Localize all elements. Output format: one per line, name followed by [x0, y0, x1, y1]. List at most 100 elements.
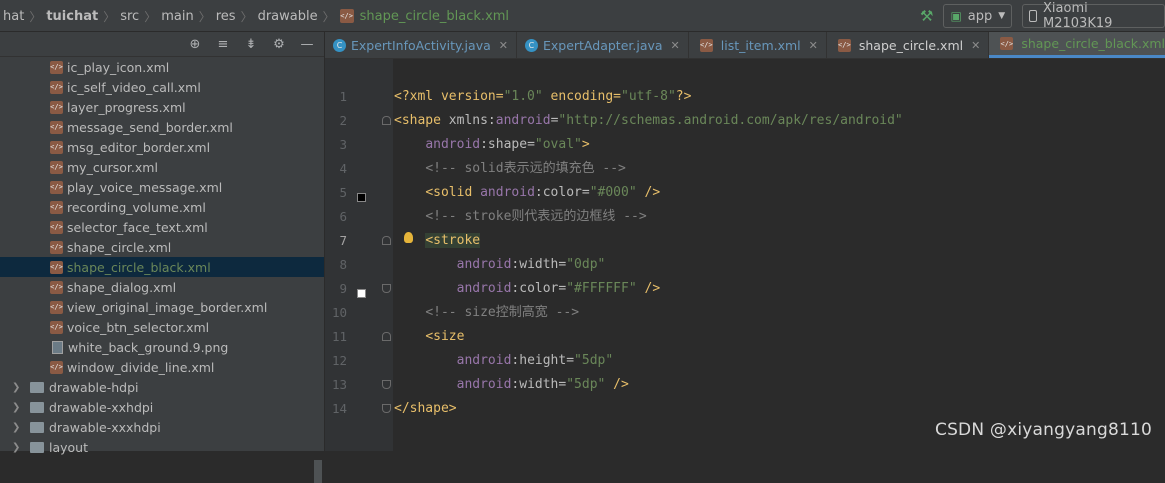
xml-file-icon: </> — [50, 160, 63, 174]
line-number: 11 — [331, 329, 347, 344]
tree-folder[interactable]: ❯ layout — [0, 437, 324, 457]
close-icon[interactable]: ✕ — [671, 39, 680, 52]
tree-file[interactable]: </> voice_btn_selector.xml — [0, 317, 324, 337]
breadcrumb-item[interactable]: main — [158, 9, 196, 24]
chevron-right-icon[interactable]: ❯ — [12, 402, 22, 413]
chevron-right-icon[interactable]: ❯ — [12, 422, 22, 433]
breadcrumb-item[interactable]: res — [213, 9, 239, 24]
line-number: 3 — [339, 137, 347, 152]
android-icon: ▣ — [950, 9, 962, 23]
tree-file[interactable]: </> view_original_image_border.xml — [0, 297, 324, 317]
fold-marker-icon[interactable] — [382, 284, 391, 293]
line-number: 5 — [339, 185, 347, 200]
tab-shape-circle[interactable]: </> shape_circle.xml ✕ — [827, 32, 990, 58]
code-editor[interactable]: 1 2 3 4 5 6 7 8 9 10 11 12 13 14 <?xml v… — [325, 59, 1165, 451]
xml-file-icon: </> — [50, 180, 63, 194]
fold-marker-icon[interactable] — [382, 236, 391, 245]
tab-expert-adapter[interactable]: C ExpertAdapter.java ✕ — [517, 32, 689, 58]
xml-file-icon: </> — [50, 100, 63, 114]
tree-scrollbar[interactable] — [314, 460, 322, 483]
tree-file-label: window_divide_line.xml — [67, 359, 215, 375]
tree-file-label: ic_self_video_call.xml — [67, 79, 201, 95]
tree-file[interactable]: </> window_divide_line.xml — [0, 357, 324, 377]
tree-file-selected[interactable]: </> shape_circle_black.xml — [0, 257, 324, 277]
tree-file-label: shape_dialog.xml — [67, 279, 177, 295]
tree-file[interactable]: </> play_voice_message.xml — [0, 177, 324, 197]
gear-icon[interactable]: ⚙ — [272, 37, 286, 52]
tree-file[interactable]: </> my_cursor.xml — [0, 157, 324, 177]
locate-icon[interactable]: ⊕ — [188, 37, 202, 52]
tree-file-label: shape_circle_black.xml — [67, 259, 211, 275]
tab-shape-circle-black[interactable]: </> shape_circle_black.xml ✕ — [989, 32, 1165, 58]
breadcrumb-item[interactable]: src — [117, 9, 142, 24]
breadcrumb-item[interactable]: tuichat — [43, 9, 101, 24]
xml-file-icon: </> — [50, 360, 63, 374]
tree-folder-label: drawable-xxhdpi — [49, 399, 154, 415]
fold-marker-icon[interactable] — [382, 116, 391, 125]
tree-folder[interactable]: ❯ drawable-xxxhdpi — [0, 417, 324, 437]
color-swatch-black[interactable] — [357, 193, 366, 202]
java-class-icon: C — [524, 38, 538, 52]
tree-file-label: msg_editor_border.xml — [67, 139, 211, 155]
tree-file[interactable]: </> selector_face_text.xml — [0, 217, 324, 237]
run-config-label: app — [967, 8, 993, 24]
breadcrumb-active-file[interactable]: shape_circle_black.xml — [357, 9, 512, 24]
tree-file[interactable]: </> layer_progress.xml — [0, 97, 324, 117]
xml-file-icon: </> — [699, 38, 713, 52]
fold-marker-icon[interactable] — [382, 332, 391, 341]
tab-expert-info-activity[interactable]: C ExpertInfoActivity.java ✕ — [325, 32, 517, 58]
close-icon[interactable]: ✕ — [809, 39, 818, 52]
tree-file-label: my_cursor.xml — [67, 159, 158, 175]
tree-file[interactable]: </> msg_editor_border.xml — [0, 137, 324, 157]
collapse-all-icon[interactable]: ⇟ — [244, 37, 258, 52]
tree-file[interactable]: </> message_send_border.xml — [0, 117, 324, 137]
close-icon[interactable]: ✕ — [971, 39, 980, 52]
xml-file-icon: </> — [50, 80, 63, 94]
tree-folder[interactable]: ❯ drawable-xxhdpi — [0, 397, 324, 417]
tree-folder-label: layout — [49, 439, 89, 455]
editor-tabs: C ExpertInfoActivity.java ✕ C ExpertAdap… — [325, 32, 1165, 59]
code-line: <?xml version="1.0" encoding="utf-8"?> — [394, 89, 692, 104]
code-line: </shape> — [394, 401, 457, 416]
chevron-right-icon: 〉 — [198, 9, 211, 24]
breadcrumb-item[interactable]: drawable — [255, 9, 321, 24]
fold-marker-icon[interactable] — [382, 380, 391, 389]
color-swatch-white[interactable] — [357, 289, 366, 298]
code-lines: <?xml version="1.0" encoding="utf-8"?> <… — [394, 85, 903, 421]
tree-file[interactable]: </> ic_self_video_call.xml — [0, 77, 324, 97]
code-line: android:width="5dp" /> — [456, 377, 629, 392]
fold-marker-icon[interactable] — [382, 404, 391, 413]
xml-file-icon: </> — [1000, 37, 1014, 50]
xml-file-icon: </> — [50, 220, 63, 234]
breadcrumb-item[interactable]: hat — [0, 9, 27, 24]
close-icon[interactable]: ✕ — [499, 39, 508, 52]
tree-file[interactable]: </> shape_dialog.xml — [0, 277, 324, 297]
run-config-select[interactable]: ▣ app ▼ — [943, 4, 1013, 28]
tree-folder[interactable]: ❯ drawable-hdpi — [0, 377, 324, 397]
xml-file-icon: </> — [50, 200, 63, 214]
expand-all-icon[interactable]: ≡ — [216, 37, 230, 52]
tree-folder-label: drawable-hdpi — [49, 379, 139, 395]
xml-file-icon: </> — [837, 38, 851, 52]
tree-file[interactable]: </> recording_volume.xml — [0, 197, 324, 217]
tree-file-label: ic_play_icon.xml — [67, 59, 170, 75]
line-number-current: 7 — [339, 233, 347, 248]
code-line: android:color="#FFFFFF" /> — [456, 281, 661, 296]
xml-file-icon: </> — [50, 260, 63, 274]
code-line: android:width="0dp" — [456, 257, 606, 272]
chevron-right-icon[interactable]: ❯ — [12, 382, 22, 393]
tree-file[interactable]: white_back_ground.9.png — [0, 337, 324, 357]
tree-file[interactable]: </> ic_play_icon.xml — [0, 57, 324, 77]
xml-file-icon: </> — [50, 120, 63, 134]
tree-file[interactable]: </> shape_circle.xml — [0, 237, 324, 257]
tab-list-item[interactable]: </> list_item.xml ✕ — [689, 32, 827, 58]
minimize-icon[interactable]: — — [300, 37, 314, 52]
tree-file-label: white_back_ground.9.png — [68, 339, 229, 355]
device-select[interactable]: Xiaomi M2103K19 — [1022, 1, 1165, 31]
hammer-icon[interactable]: ⚒ — [920, 7, 933, 25]
code-line: android:height="5dp" — [456, 353, 614, 368]
phone-icon — [1029, 10, 1038, 22]
line-number: 6 — [339, 209, 347, 224]
java-class-icon: C — [333, 38, 346, 52]
editor-gutter: 1 2 3 4 5 6 7 8 9 10 11 12 13 14 — [325, 59, 393, 451]
